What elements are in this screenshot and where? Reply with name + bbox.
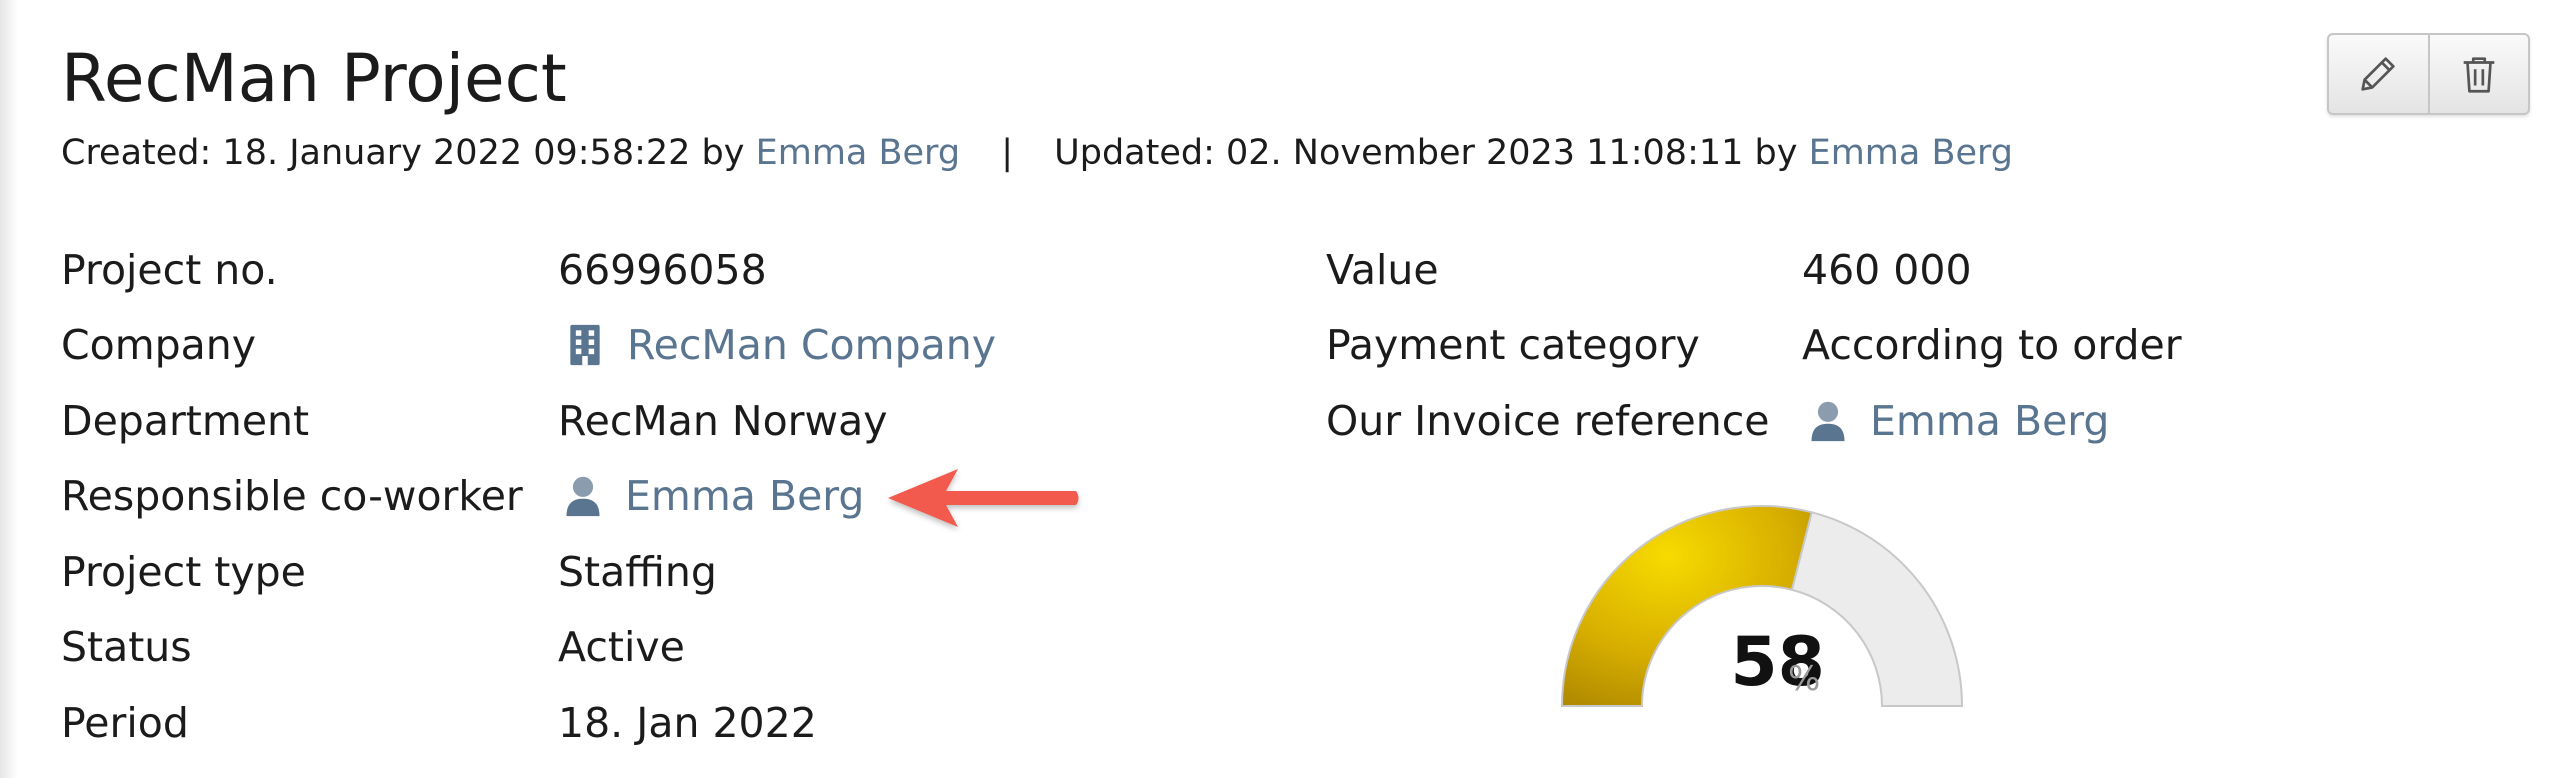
payment-category: According to order xyxy=(1802,321,2182,369)
created-prefix: Created: 18. January 2022 09:58:22 by xyxy=(61,133,745,173)
field-value-value: 460 000 xyxy=(1802,235,1972,305)
record-meta: Created: 18. January 2022 09:58:22 by Em… xyxy=(61,128,2013,178)
responsible-coworker-link[interactable]: Emma Berg xyxy=(563,461,864,531)
field-period-value: 18. Jan 2022 xyxy=(558,688,817,758)
action-toolbar xyxy=(2327,33,2530,115)
trash-icon xyxy=(2463,57,2495,93)
meta-separator: | xyxy=(1001,133,1013,173)
field-invoice-reference: Our Invoice reference xyxy=(1326,386,1770,456)
invoice-reference-name: Emma Berg xyxy=(1870,397,2110,445)
field-label: Status xyxy=(61,623,192,671)
delete-button[interactable] xyxy=(2427,35,2529,113)
field-label: Department xyxy=(61,397,310,445)
field-department: Department xyxy=(61,386,309,456)
field-label: Period xyxy=(61,699,189,747)
field-label: Company xyxy=(61,321,257,369)
updated-prefix: Updated: 02. November 2023 11:08:11 by xyxy=(1054,133,1798,173)
project-value: 460 000 xyxy=(1802,246,1972,294)
company-link[interactable]: RecMan Company xyxy=(565,310,996,380)
building-icon xyxy=(570,324,600,366)
annotation-arrow xyxy=(888,469,1079,527)
project-number: 66996058 xyxy=(558,246,767,294)
department-name: RecMan Norway xyxy=(558,397,888,445)
field-responsible-coworker: Responsible co-worker xyxy=(61,461,523,531)
invoice-reference-link[interactable]: Emma Berg xyxy=(1808,386,2109,456)
field-payment-category-value: According to order xyxy=(1802,310,2182,380)
field-label: Responsible co-worker xyxy=(61,472,523,520)
status-text: Active xyxy=(558,623,685,671)
project-type: Staffing xyxy=(558,548,717,596)
field-value: Value xyxy=(1326,235,1439,305)
field-project-no: Project no. xyxy=(61,235,278,305)
field-label: Our Invoice reference xyxy=(1326,397,1770,445)
field-period: Period xyxy=(61,688,189,758)
company-name: RecMan Company xyxy=(627,321,996,369)
field-payment-category: Payment category xyxy=(1326,310,1700,380)
field-label: Value xyxy=(1326,246,1439,294)
edit-button[interactable] xyxy=(2329,35,2428,113)
person-icon xyxy=(1811,401,1845,442)
created-by-link[interactable]: Emma Berg xyxy=(756,133,960,173)
field-department-value: RecMan Norway xyxy=(558,386,887,456)
person-icon xyxy=(566,476,600,517)
field-project-type-value: Staffing xyxy=(558,537,717,607)
updated-by-link[interactable]: Emma Berg xyxy=(1809,133,2013,173)
field-label: Payment category xyxy=(1326,321,1700,369)
field-project-no-value: 66996058 xyxy=(558,235,767,305)
field-status: Status xyxy=(61,612,192,682)
field-label: Project type xyxy=(61,548,306,596)
coworker-name: Emma Berg xyxy=(625,472,865,520)
arrow-left-icon xyxy=(888,469,1079,527)
field-project-type: Project type xyxy=(61,537,306,607)
field-status-value: Active xyxy=(558,612,685,682)
page-title: RecMan Project xyxy=(61,40,567,117)
gauge-unit: % xyxy=(1788,659,1821,699)
field-company: Company xyxy=(61,310,256,380)
field-label: Project no. xyxy=(61,246,278,294)
page-edge-shadow xyxy=(0,0,18,778)
pencil-icon xyxy=(2361,57,2395,91)
period-text: 18. Jan 2022 xyxy=(558,699,817,747)
